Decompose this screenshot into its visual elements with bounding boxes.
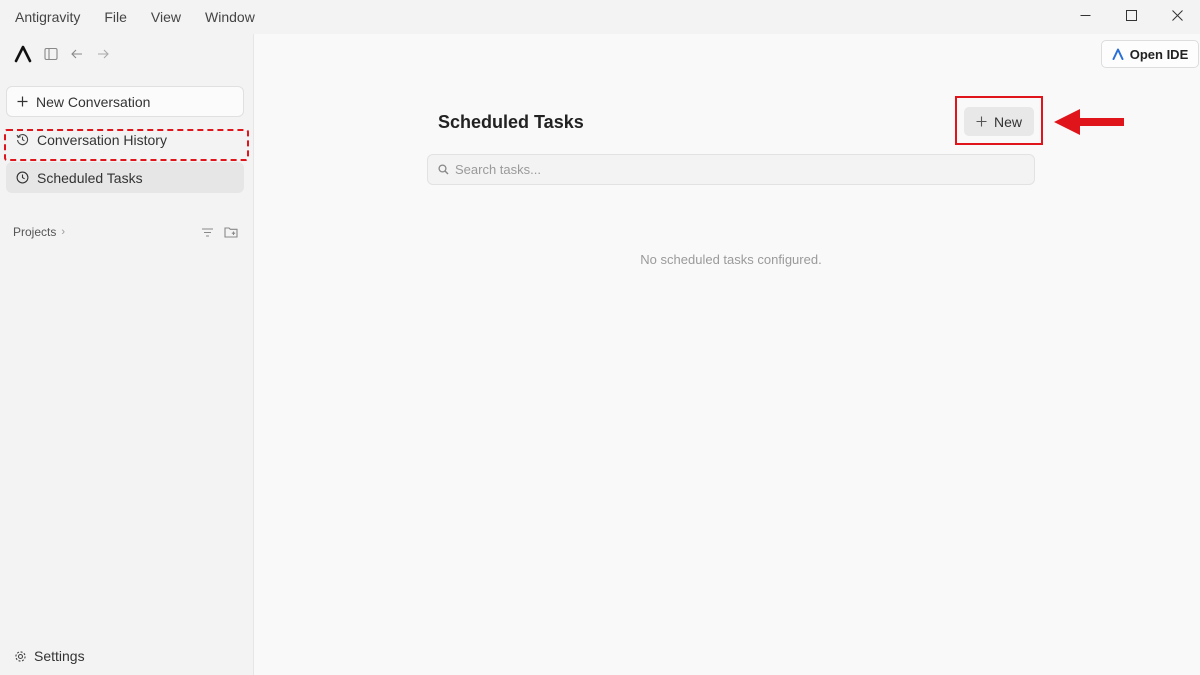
minimize-button[interactable] (1062, 0, 1108, 30)
left-arrow-annotation-icon (1054, 109, 1124, 135)
empty-state-message: No scheduled tasks configured. (640, 252, 822, 267)
sidebar-item-conversation-history[interactable]: Conversation History (6, 124, 244, 155)
maximize-button[interactable] (1108, 0, 1154, 30)
antigravity-logo-icon[interactable] (14, 45, 32, 63)
chevron-right-icon[interactable]: › (61, 226, 65, 238)
close-button[interactable] (1154, 0, 1200, 30)
projects-tools (201, 226, 238, 238)
forward-arrow-icon[interactable] (96, 47, 110, 61)
projects-label[interactable]: Projects (13, 225, 56, 239)
page-title: Scheduled Tasks (438, 112, 584, 132)
filter-icon[interactable] (201, 227, 214, 238)
sidebar-toolbar (14, 43, 110, 65)
minimize-icon (1080, 14, 1090, 16)
toggle-sidebar-icon[interactable] (44, 47, 58, 61)
antigravity-ide-icon (1112, 48, 1124, 60)
new-task-button[interactable]: New (964, 107, 1034, 136)
sidebar-item-scheduled-tasks[interactable]: Scheduled Tasks (6, 162, 244, 193)
menu-file[interactable]: File (104, 9, 127, 25)
search-icon (438, 164, 449, 175)
menu-bar: Antigravity File View Window (0, 0, 1200, 34)
settings-label: Settings (34, 648, 85, 664)
history-icon (16, 133, 29, 146)
plus-icon (976, 116, 987, 127)
scheduled-tasks-label: Scheduled Tasks (37, 169, 143, 186)
new-task-label: New (993, 113, 1022, 130)
menu-app-name[interactable]: Antigravity (15, 9, 80, 25)
search-box[interactable] (427, 154, 1035, 185)
clock-icon (16, 171, 29, 184)
new-conversation-button[interactable]: New Conversation (6, 86, 244, 117)
back-arrow-icon[interactable] (70, 47, 84, 61)
new-folder-icon[interactable] (224, 226, 238, 238)
sidebar: New Conversation Conversation History Sc… (0, 34, 254, 675)
menu-view[interactable]: View (151, 9, 181, 25)
gear-icon (14, 650, 27, 663)
maximize-icon (1125, 9, 1137, 21)
search-input[interactable] (455, 162, 1015, 177)
close-icon (1171, 9, 1183, 21)
new-conversation-label: New Conversation (36, 93, 151, 110)
menu-window[interactable]: Window (205, 9, 255, 25)
conversation-history-label: Conversation History (37, 131, 167, 148)
open-ide-button[interactable]: Open IDE (1101, 40, 1199, 68)
open-ide-label: Open IDE (1129, 46, 1189, 62)
plus-icon (17, 96, 28, 107)
settings-button[interactable]: Settings (14, 648, 85, 664)
projects-section-header: Projects › (13, 222, 238, 242)
window-controls (1062, 0, 1200, 30)
